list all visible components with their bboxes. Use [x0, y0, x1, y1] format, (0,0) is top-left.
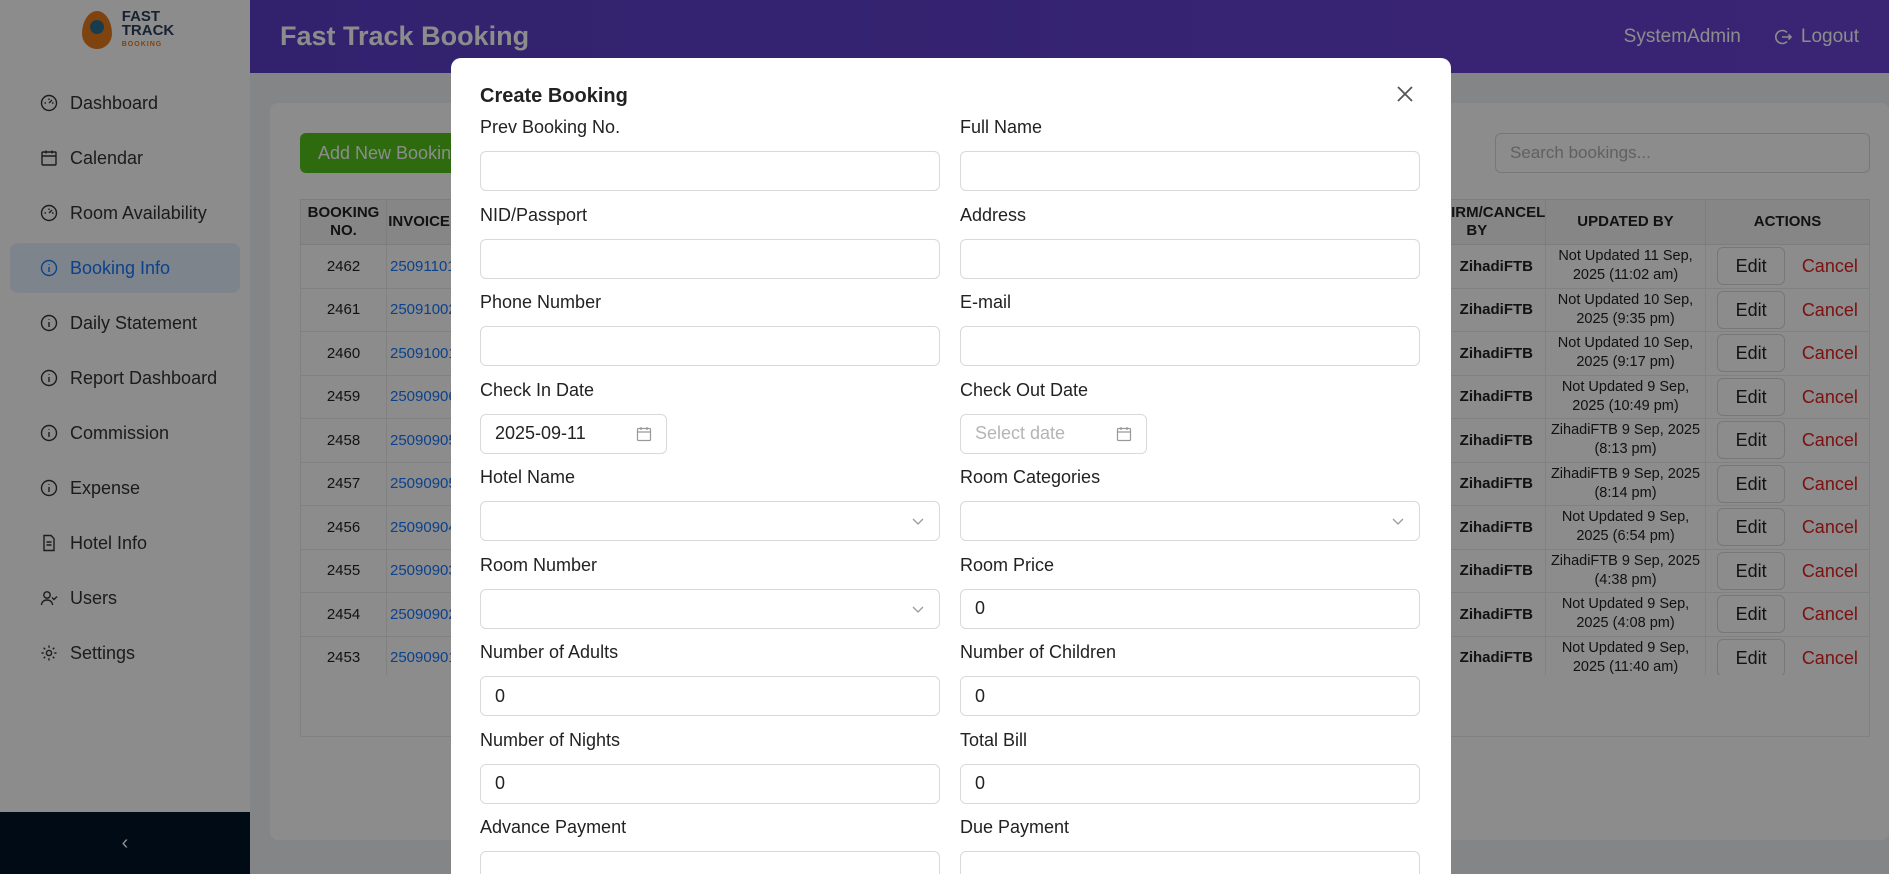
- full-name-input[interactable]: [960, 151, 1420, 191]
- hotel-name-label: Hotel Name: [480, 467, 576, 487]
- close-icon[interactable]: [1393, 82, 1417, 106]
- check-in-date-picker[interactable]: 2025-09-11: [480, 413, 667, 454]
- advance-payment-input[interactable]: [480, 851, 940, 874]
- chevron-down-icon: [912, 518, 924, 525]
- address-label: Address: [960, 204, 1027, 225]
- check-out-placeholder: Select date: [975, 423, 1066, 443]
- prev-booking-input[interactable]: [480, 151, 940, 191]
- full-name-label: Full Name: [960, 117, 1043, 137]
- nid-passport-input[interactable]: [480, 238, 940, 279]
- adults-label: Number of Adults: [480, 642, 619, 662]
- room-categories-select[interactable]: [960, 501, 1420, 541]
- children-label: Number of Children: [960, 642, 1117, 662]
- children-input[interactable]: [960, 676, 1420, 716]
- check-in-label: Check In Date: [480, 379, 595, 400]
- due-payment-label: Due Payment: [960, 817, 1070, 837]
- nights-label: Number of Nights: [480, 729, 621, 750]
- calendar-icon: [636, 426, 652, 441]
- email-input[interactable]: [960, 326, 1420, 366]
- room-price-input[interactable]: [960, 588, 1420, 629]
- room-number-label: Room Number: [480, 554, 598, 575]
- chevron-down-icon: [912, 606, 924, 613]
- adults-input[interactable]: [480, 676, 940, 716]
- total-bill-label: Total Bill: [960, 729, 1028, 750]
- phone-label: Phone Number: [480, 292, 602, 312]
- booking-form: Prev Booking No. Full Name NID/Passport …: [480, 116, 1422, 874]
- address-input[interactable]: [960, 238, 1420, 279]
- phone-input[interactable]: [480, 326, 940, 366]
- create-booking-modal: Create Booking Prev Booking No. Full Nam…: [451, 58, 1451, 874]
- room-categories-label: Room Categories: [960, 467, 1101, 487]
- calendar-icon: [1116, 426, 1132, 441]
- room-price-label: Room Price: [960, 554, 1055, 575]
- hotel-name-select[interactable]: [480, 501, 940, 541]
- modal-title: Create Booking: [480, 85, 628, 107]
- nid-label: NID/Passport: [480, 204, 588, 225]
- chevron-down-icon: [1392, 518, 1404, 525]
- advance-payment-label: Advance Payment: [480, 817, 627, 837]
- total-bill-input[interactable]: [960, 763, 1420, 804]
- check-out-date-picker[interactable]: Select date: [960, 413, 1147, 454]
- check-in-value: 2025-09-11: [495, 423, 586, 443]
- email-label: E-mail: [960, 292, 1012, 312]
- check-out-label: Check Out Date: [960, 379, 1089, 400]
- nights-input[interactable]: [480, 763, 940, 804]
- prev-booking-label: Prev Booking No.: [480, 117, 621, 137]
- room-number-select[interactable]: [480, 588, 940, 629]
- due-payment-input[interactable]: [960, 851, 1420, 874]
